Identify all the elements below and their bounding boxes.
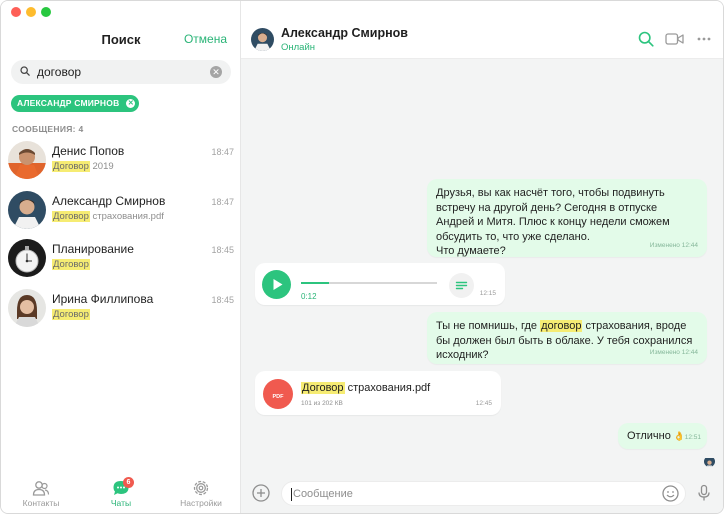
unread-badge: 6 xyxy=(123,477,134,488)
message-composer: Сообщение xyxy=(241,473,723,513)
snippet-text: страхования.pdf xyxy=(89,211,164,222)
message-text-part: Ты не помнишь, где xyxy=(436,320,541,332)
settings-icon xyxy=(193,480,209,496)
message-placeholder: Сообщение xyxy=(293,488,353,500)
microphone-icon[interactable] xyxy=(695,484,713,502)
message-text: Друзья, вы как насчёт того, чтобы подвин… xyxy=(436,187,670,243)
message-time: 12:45 xyxy=(475,399,492,407)
search-result[interactable]: Планирование Договор 18:45 xyxy=(1,239,241,287)
outgoing-message[interactable]: Друзья, вы как насчёт того, чтобы подвин… xyxy=(427,179,707,257)
result-name: Денис Попов xyxy=(52,144,125,158)
results-section-label: СООБЩЕНИЯ: 4 xyxy=(12,124,84,134)
contacts-icon xyxy=(32,481,50,496)
bottom-nav: Контакты Чаты Настройки xyxy=(1,471,241,513)
text-caret xyxy=(291,488,292,501)
result-snippet: Договор 2019 xyxy=(52,161,114,172)
result-name: Ирина Филлипова xyxy=(52,292,154,306)
message-time: 12:15 xyxy=(479,289,496,297)
file-name[interactable]: Договор страхования.pdf xyxy=(301,381,430,396)
chat-panel: Александр Смирнов Онлайн Друзья, вы как … xyxy=(241,1,723,513)
result-time: 18:45 xyxy=(211,245,234,255)
search-result[interactable]: Денис Попов Договор 2019 18:47 xyxy=(1,141,241,189)
emoji-icon[interactable] xyxy=(662,485,679,502)
avatar xyxy=(8,141,46,179)
search-icon xyxy=(20,66,30,76)
nav-chats[interactable]: Чаты xyxy=(81,471,161,513)
chat-header: Александр Смирнов Онлайн xyxy=(241,1,723,59)
contact-name: Александр Смирнов xyxy=(281,26,408,40)
transcribe-button[interactable] xyxy=(449,273,474,298)
ok-hand-emoji: 👌 xyxy=(673,431,686,441)
voice-duration: 0:12 xyxy=(301,292,317,301)
match-highlight: договор xyxy=(540,320,583,332)
match-highlight: Договор xyxy=(52,161,90,172)
file-name-rest: страхования.pdf xyxy=(344,382,431,394)
result-snippet: Договор страхования.pdf xyxy=(52,211,164,222)
filter-chip-label: АЛЕКСАНДР СМИРНОВ xyxy=(17,98,120,108)
nav-label: Настройки xyxy=(180,498,222,508)
sidebar: Поиск Отмена договор ✕ АЛЕКСАНДР СМИРНОВ… xyxy=(1,1,241,513)
message-meta: Изменено 12:44 xyxy=(649,241,698,249)
file-message[interactable]: PDF Договор страхования.pdf 101 из 202 К… xyxy=(255,371,501,415)
contact-status: Онлайн xyxy=(281,42,316,53)
message-input[interactable]: Сообщение xyxy=(281,481,686,506)
result-name: Планирование xyxy=(52,242,134,256)
result-snippet: Договор xyxy=(52,309,90,320)
message-text: Отлично xyxy=(627,430,671,442)
more-options-icon[interactable] xyxy=(697,31,711,47)
nav-contacts[interactable]: Контакты xyxy=(1,471,81,513)
nav-label: Контакты xyxy=(22,498,60,508)
avatar xyxy=(8,289,46,327)
match-highlight: Договор xyxy=(52,309,90,320)
search-icon[interactable] xyxy=(638,31,654,47)
close-window-button[interactable] xyxy=(11,7,21,17)
snippet-text: 2019 xyxy=(89,161,114,172)
match-highlight: Договор xyxy=(52,211,90,222)
minimize-window-button[interactable] xyxy=(26,7,36,17)
match-highlight: Договор xyxy=(52,259,90,270)
video-call-icon[interactable] xyxy=(665,31,684,47)
remove-filter-icon[interactable]: ✕ xyxy=(126,99,136,108)
file-type-label: PDF xyxy=(272,394,284,400)
result-snippet: Договор xyxy=(52,259,90,270)
cancel-button[interactable]: Отмена xyxy=(184,32,227,46)
result-name: Александр Смирнов xyxy=(52,194,166,208)
match-highlight: Договор xyxy=(301,382,345,394)
play-button[interactable] xyxy=(262,270,291,299)
text-lines-icon xyxy=(455,281,468,290)
attach-plus-icon[interactable] xyxy=(252,484,270,502)
nav-label: Чаты xyxy=(110,498,132,508)
outgoing-message[interactable]: Ты не помнишь, где договор страхования, … xyxy=(427,312,707,364)
avatar xyxy=(8,191,46,229)
search-query: договор xyxy=(37,65,82,79)
message-meta: Изменено 12:44 xyxy=(649,348,698,356)
result-time: 18:47 xyxy=(211,197,234,207)
title-bar xyxy=(1,1,241,23)
clear-icon[interactable]: ✕ xyxy=(210,66,222,78)
result-time: 18:45 xyxy=(211,295,234,305)
search-result[interactable]: Ирина Филлипова Договор 18:45 xyxy=(1,289,241,337)
pdf-file-icon[interactable]: PDF xyxy=(263,379,293,409)
contact-avatar[interactable] xyxy=(251,28,274,51)
message-time: 12:51 xyxy=(684,433,701,441)
search-result[interactable]: Александр Смирнов Договор страхования.pd… xyxy=(1,191,241,239)
avatar xyxy=(8,239,46,277)
read-receipt-avatar xyxy=(704,456,715,467)
maximize-window-button[interactable] xyxy=(41,7,51,17)
voice-progress-bar[interactable] xyxy=(301,282,437,284)
result-time: 18:47 xyxy=(211,147,234,157)
voice-message[interactable]: 0:12 12:15 xyxy=(255,263,505,305)
app-window: Поиск Отмена договор ✕ АЛЕКСАНДР СМИРНОВ… xyxy=(0,0,724,514)
search-input[interactable]: договор ✕ xyxy=(11,60,231,84)
file-size: 101 из 202 КВ xyxy=(301,400,343,407)
filter-chip[interactable]: АЛЕКСАНДР СМИРНОВ ✕ xyxy=(11,95,140,112)
nav-settings[interactable]: Настройки xyxy=(161,471,241,513)
outgoing-message[interactable]: Отлично 👌 12:51 xyxy=(618,423,707,449)
play-icon xyxy=(273,279,283,290)
